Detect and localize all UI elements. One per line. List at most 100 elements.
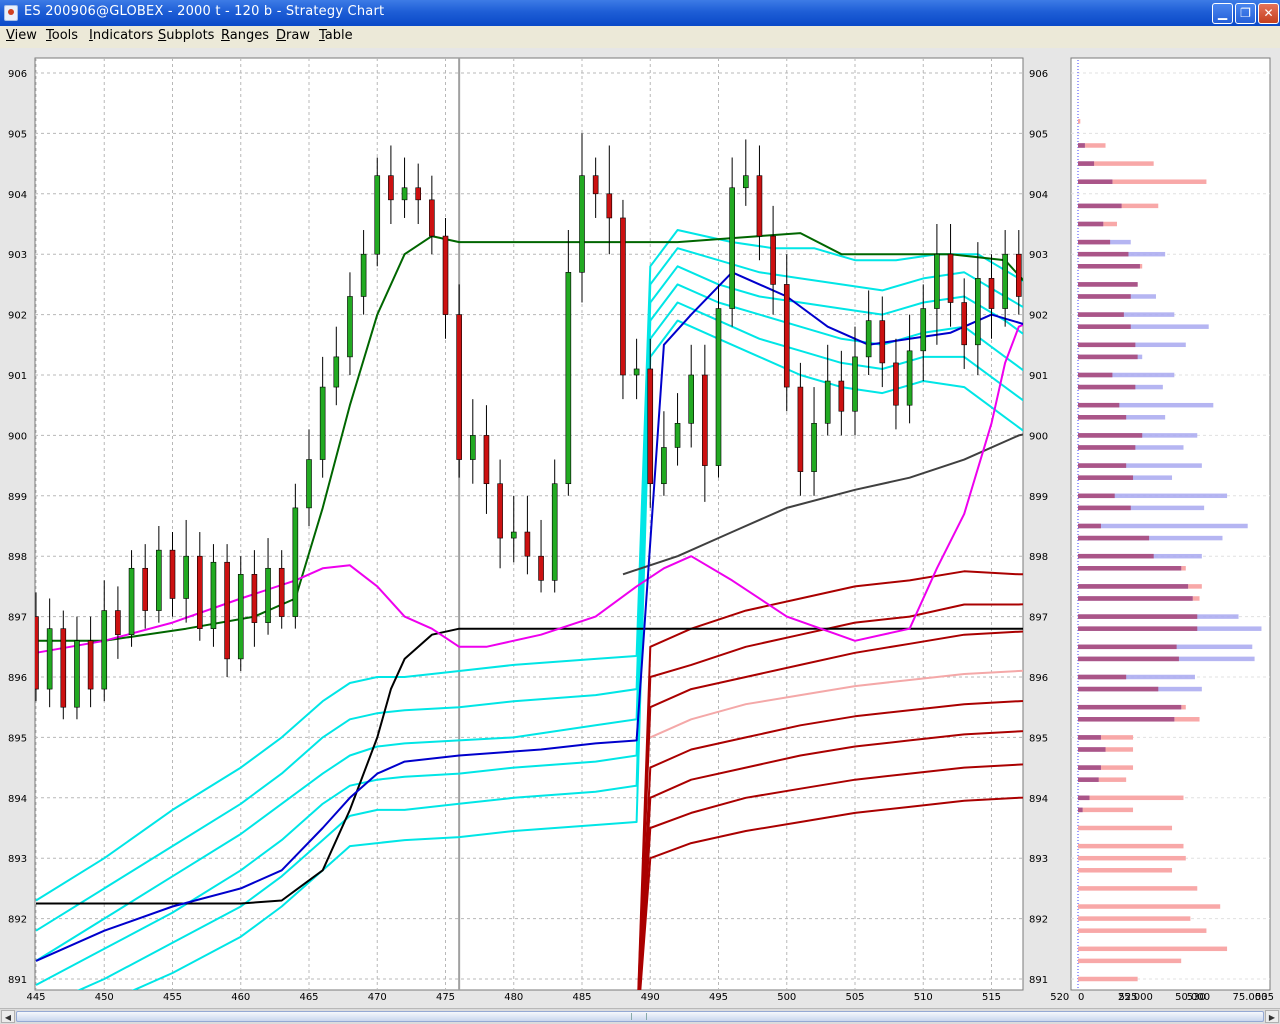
candle-down — [524, 531, 531, 557]
close-button[interactable]: ✕ — [1258, 3, 1279, 24]
x-tick-label: 495 — [709, 992, 728, 1003]
x-tick-label: 520 — [1050, 992, 1069, 1003]
candle-up — [319, 386, 326, 460]
candle-down — [197, 555, 203, 629]
menu-tools[interactable]: Tools — [46, 28, 78, 43]
candle-down — [838, 380, 845, 412]
y-tick-label-left: 901 — [8, 371, 27, 382]
y-tick-label-left: 891 — [8, 975, 27, 986]
x-tick-label: 500 — [777, 992, 796, 1003]
profile-bar-red — [1078, 825, 1173, 831]
profile-bar-overlap — [1078, 354, 1138, 360]
x-tick-label: 445 — [26, 992, 45, 1003]
candle-up — [510, 531, 517, 539]
y-tick-label-left: 903 — [8, 250, 27, 261]
candle-down — [592, 175, 599, 195]
candle-up — [101, 610, 108, 690]
menu-table[interactable]: Table — [319, 28, 353, 43]
profile-bar-overlap — [1078, 415, 1127, 420]
candle-up — [906, 350, 913, 406]
candle-down — [60, 628, 67, 708]
candle-down — [87, 640, 94, 690]
candle-down — [1015, 253, 1022, 297]
menu-view[interactable]: View — [6, 28, 37, 43]
profile-bar-overlap — [1078, 717, 1175, 722]
scroll-right-icon[interactable]: ▶ — [1265, 1010, 1279, 1023]
profile-bar-overlap — [1078, 523, 1101, 529]
y-tick-label-left: 896 — [8, 673, 27, 684]
candle-up — [401, 187, 408, 201]
scroll-grip-icon — [631, 1013, 647, 1020]
profile-bar-overlap — [1078, 626, 1198, 631]
profile-bar-red — [1078, 904, 1221, 909]
profile-bar-red — [1078, 886, 1198, 891]
menu-ranges[interactable]: Ranges — [221, 28, 269, 43]
profile-bar-overlap — [1078, 324, 1131, 329]
candle-down — [456, 314, 462, 460]
candle-up — [579, 175, 585, 273]
y-tick-label-right: 892 — [1029, 915, 1048, 926]
candle-down — [620, 217, 626, 376]
candle-down — [388, 175, 394, 201]
x-tick-label: 510 — [914, 992, 933, 1003]
profile-bar-overlap — [1078, 566, 1182, 571]
profile-bar-overlap — [1078, 143, 1085, 148]
horizontal-scrollbar[interactable]: ◀ ▶ — [0, 1008, 1280, 1024]
y-tick-label-left: 892 — [8, 915, 27, 926]
profile-bar-blue — [1078, 523, 1248, 529]
maximize-button[interactable]: ❐ — [1235, 3, 1256, 24]
scroll-thumb[interactable] — [16, 1011, 1264, 1022]
candle-up — [920, 308, 927, 352]
menu-bar: View Tools Indicators Subplots Ranges Dr… — [0, 26, 1280, 48]
y-tick-label-left: 898 — [8, 552, 27, 563]
candle-down — [647, 368, 654, 485]
candle-up — [674, 423, 681, 448]
candle-up — [811, 423, 817, 472]
profile-bar-overlap — [1078, 553, 1154, 559]
profile-bar-red — [1078, 868, 1173, 873]
candle-down — [606, 193, 613, 219]
menu-draw[interactable]: Draw — [276, 28, 310, 43]
candle-down — [442, 235, 449, 315]
profile-bar-overlap — [1078, 735, 1101, 740]
scroll-left-icon[interactable]: ◀ — [1, 1010, 15, 1023]
y-tick-label-right: 897 — [1029, 613, 1048, 624]
candle-down — [251, 574, 258, 623]
profile-bar-overlap — [1078, 596, 1193, 601]
candle-up — [360, 253, 367, 297]
x-tick-label: 465 — [299, 992, 318, 1003]
y-tick-label-right: 905 — [1029, 129, 1048, 140]
profile-bar-red — [1078, 855, 1186, 861]
candle-down — [893, 362, 899, 406]
candle-up — [852, 356, 858, 412]
y-tick-label-left: 899 — [8, 492, 27, 503]
profile-bar-overlap — [1078, 251, 1129, 257]
profile-bar-red — [1078, 958, 1182, 964]
y-tick-label-right: 904 — [1029, 190, 1048, 201]
chart-area: 891 891 892 892 893 893 894 894 895 895 896 896 897 8… — [0, 48, 1280, 1008]
y-tick-label-right: 899 — [1029, 492, 1048, 503]
profile-bar-overlap — [1078, 282, 1138, 287]
profile-bar-red — [1078, 928, 1207, 933]
menu-indicators[interactable]: Indicators — [89, 28, 153, 43]
menu-subplots[interactable]: Subplots — [158, 28, 214, 43]
x-tick-label: 490 — [641, 992, 660, 1003]
profile-bar-overlap — [1078, 686, 1159, 692]
y-tick-label-left: 904 — [8, 190, 27, 201]
price-chart-svg[interactable]: 891 891 892 892 893 893 894 894 895 895 896 896 897 8… — [0, 48, 1280, 1008]
candle-up — [715, 308, 722, 466]
y-tick-label-right: 896 — [1029, 673, 1048, 684]
candle-up — [565, 272, 572, 485]
candle-up — [46, 628, 53, 690]
x-tick-label: 515 — [982, 992, 1001, 1003]
profile-bar-overlap — [1078, 644, 1177, 650]
profile-bar-overlap — [1078, 264, 1140, 269]
candle-down — [879, 320, 886, 364]
x-tick-label: 485 — [572, 992, 591, 1003]
profile-bar-red — [1078, 946, 1228, 952]
x-tick-label: 480 — [504, 992, 523, 1003]
minimize-button[interactable]: ▁ — [1212, 3, 1233, 24]
profile-bar-overlap — [1078, 475, 1134, 480]
candle-down — [497, 483, 503, 539]
y-tick-label-left: 897 — [8, 613, 27, 624]
